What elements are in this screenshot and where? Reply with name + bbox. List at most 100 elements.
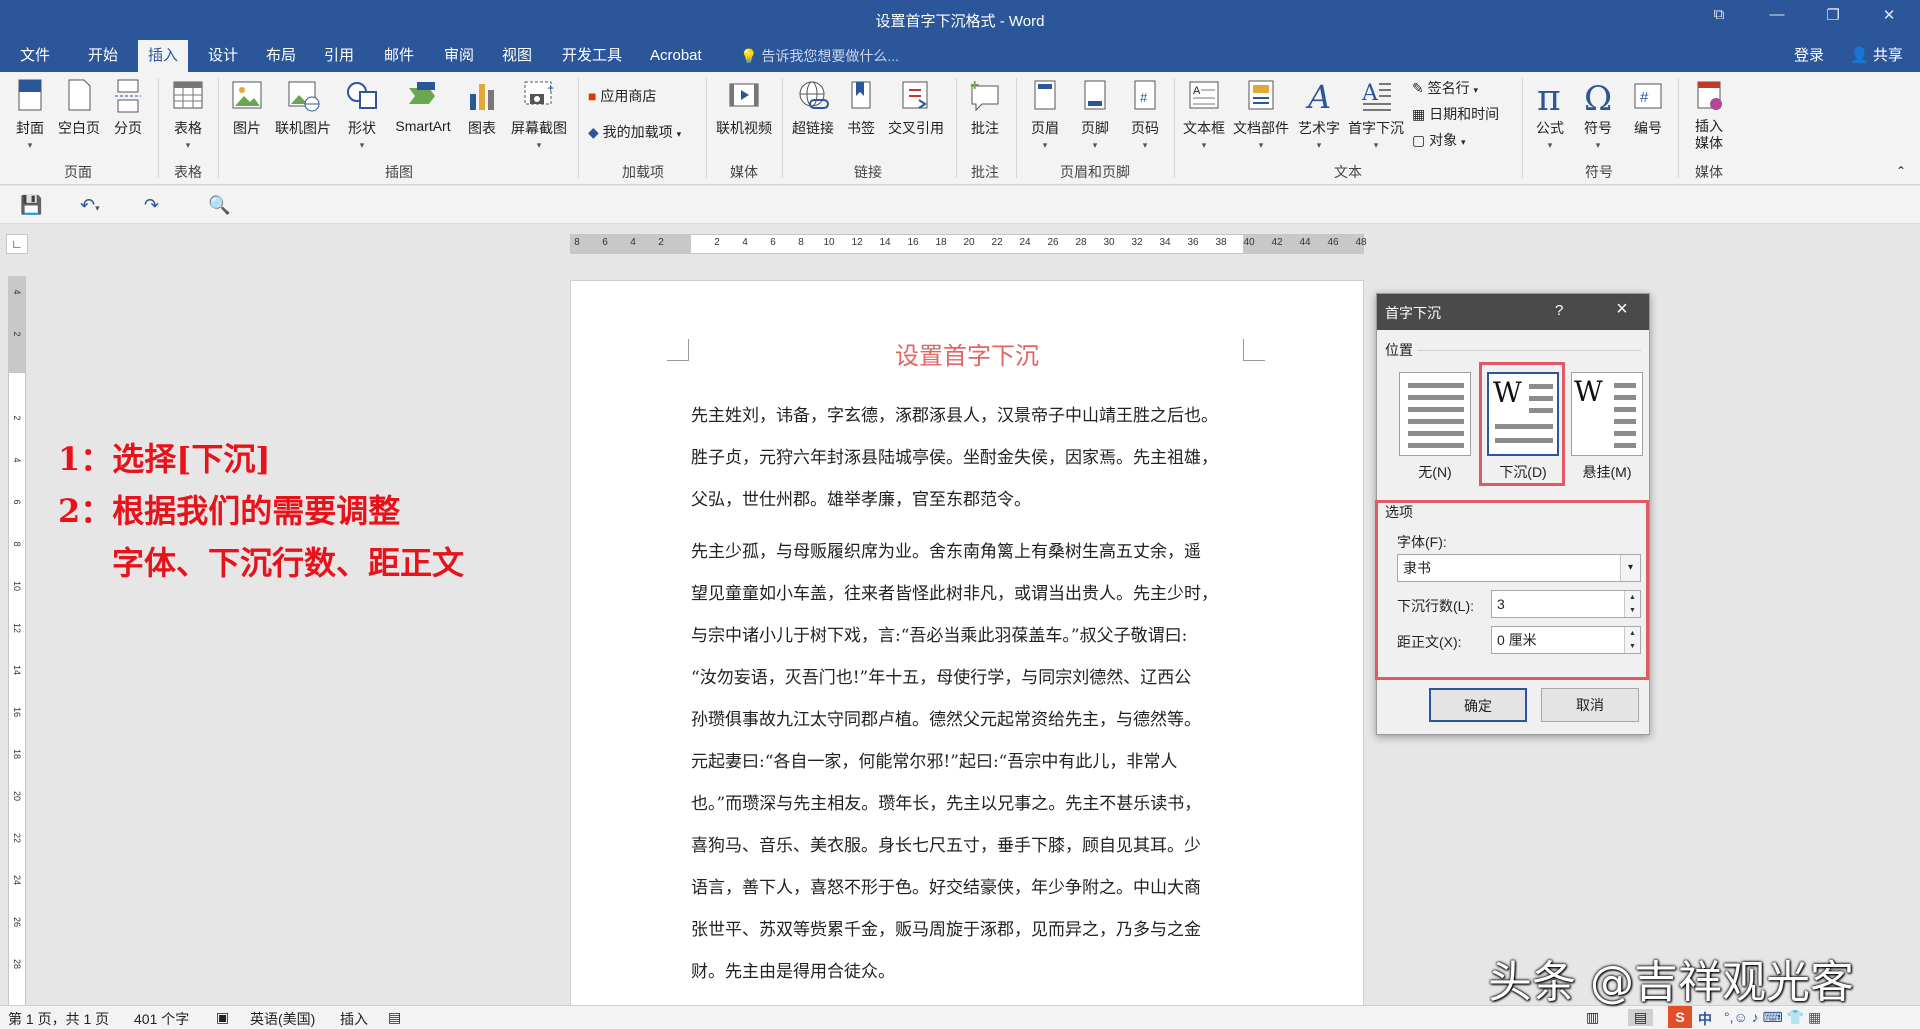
tab-design[interactable]: 设计 [198,40,248,72]
drop-lines-field[interactable]: 3 ▲ ▼ [1491,590,1641,618]
svg-text:A: A [1361,81,1379,106]
screenshot-button[interactable]: + 屏幕截图 ▾ [506,78,572,151]
shapes-button[interactable]: 形状 ▾ [340,78,384,151]
help-button[interactable]: ? [1555,302,1563,319]
page-count[interactable]: 第 1 页，共 1 页 [8,1009,109,1029]
group-label-header-footer: 页眉和页脚 [1060,164,1130,180]
equation-button[interactable]: π 公式 ▾ [1528,78,1572,151]
page-number-button[interactable]: # 页码 ▾ [1124,78,1166,151]
online-picture-button[interactable]: 联机图片 [272,78,334,138]
screenshot-icon: + [524,81,554,105]
macro-icon[interactable]: ▤ [388,1009,401,1026]
document-page[interactable]: 设置首字下沉 先主姓刘，讳备，字玄德，涿郡涿县人，汉景帝子中山靖王胜之后也。 胜… [570,280,1364,1020]
wordart-button[interactable]: A 艺术字 ▾ [1296,78,1342,151]
table-button[interactable]: 表格 ▾ [166,78,210,151]
position-margin-option[interactable]: W [1571,372,1643,456]
dialog-close-icon[interactable]: × [1607,298,1637,321]
ok-button[interactable]: 确定 [1429,688,1527,722]
highlight-dropped [1479,362,1565,486]
date-time-button[interactable]: ▦ 日期和时间 [1412,104,1499,124]
tab-acrobat[interactable]: Acrobat [640,40,712,72]
vertical-ruler[interactable]: 4 2 2 4 6 8 10 12 14 16 18 20 22 24 26 28 [8,276,26,1016]
proofing-icon[interactable]: ▣ [216,1009,229,1026]
distance-field[interactable]: 0 厘米 ▲ ▼ [1491,626,1641,654]
redo-icon[interactable]: ↷ [144,195,159,216]
title-bar: 设置首字下沉格式 - Word ⧉ — ❐ ✕ [0,0,1920,40]
number-button[interactable]: # 编号 [1626,78,1670,138]
page-break-button[interactable]: 分页 [108,78,148,138]
ime-mode[interactable]: 中 [1698,1009,1712,1029]
signature-icon: ✎ [1412,80,1424,96]
minimize-icon[interactable]: — [1754,6,1800,23]
ime-toolbar-icons[interactable]: °,☺ ♪ ⌨ 👕 ▦ [1724,1009,1821,1026]
store-label: 应用商店 [600,88,657,104]
collapse-ribbon-icon[interactable]: ⌃ [1896,164,1906,178]
tab-references[interactable]: 引用 [314,40,364,72]
tab-home[interactable]: 开始 [78,40,128,72]
tab-selector[interactable]: ∟ [6,234,28,254]
ruler-tick: 4 [12,457,22,463]
close-icon[interactable]: ✕ [1866,6,1912,24]
horizontal-ruler[interactable]: 8 6 4 2 2 4 6 8 10 12 14 16 18 20 22 24 26 28 30 32 34 36 38 40… [570,234,1367,254]
textbox-button[interactable]: A 文本框 ▾ [1180,78,1228,151]
quick-parts-button[interactable]: 文档部件 ▾ [1230,78,1292,151]
tab-review[interactable]: 审阅 [434,40,484,72]
pi-icon: π [1537,78,1561,114]
tab-insert[interactable]: 插入 [138,40,189,72]
cross-reference-button[interactable]: 交叉引用 [884,78,948,138]
share-button[interactable]: 👤 共享 [1838,42,1920,70]
spin-up-icon[interactable]: ▲ [1624,591,1640,604]
tab-file[interactable]: 文件 [10,40,60,72]
save-icon[interactable]: 💾 [20,195,42,216]
wordart-label: 艺术字 [1298,120,1340,136]
language-indicator[interactable]: 英语(美国) [250,1009,315,1029]
tab-developer[interactable]: 开发工具 [552,40,632,72]
blank-page-button[interactable]: 空白页 [56,78,102,138]
my-addins-button[interactable]: ◆ 我的加载项 ▾ [588,122,681,142]
spin-down-icon[interactable]: ▼ [1624,604,1640,617]
tab-view[interactable]: 视图 [492,40,542,72]
chevron-down-icon[interactable]: ▾ [1620,555,1640,581]
table-icon [173,81,203,109]
font-select[interactable]: 隶书 ▾ [1397,554,1641,582]
footer-button[interactable]: 页脚 ▾ [1074,78,1116,151]
tab-mailings[interactable]: 邮件 [374,40,424,72]
store-button[interactable]: ■ 应用商店 [588,86,656,106]
read-mode-icon[interactable]: ▥ [1586,1009,1599,1026]
hyperlink-button[interactable]: 超链接 [788,78,838,138]
word-count[interactable]: 401 个字 [134,1009,189,1029]
new-comment-button[interactable]: + 批注 [962,78,1008,138]
header-button[interactable]: 页眉 ▾ [1024,78,1066,151]
print-layout-icon[interactable]: ▤ [1628,1009,1654,1026]
spin-down-icon[interactable]: ▼ [1624,640,1640,653]
position-none-option[interactable] [1399,372,1471,456]
login-link[interactable]: 登录 [1794,40,1824,72]
chart-button[interactable]: 图表 [462,78,502,138]
drop-cap-button[interactable]: A 首字下沉 ▾ [1344,78,1408,151]
picture-button[interactable]: 图片 [226,78,268,138]
online-video-button[interactable]: 联机视频 [712,78,776,138]
tab-layout[interactable]: 布局 [256,40,306,72]
group-divider [1522,78,1523,178]
ruler-tick: 20 [963,237,975,248]
svg-text:π: π [1537,78,1561,114]
bookmark-button[interactable]: 书签 [842,78,880,138]
ribbon-display-icon[interactable]: ⧉ [1696,6,1742,23]
smartart-button[interactable]: SmartArt [388,78,458,134]
insert-mode[interactable]: 插入 [340,1009,368,1029]
ruler-tick: 34 [1159,237,1171,248]
cancel-button[interactable]: 取消 [1541,688,1639,722]
position-margin-label: 悬挂(M) [1582,464,1632,480]
tell-me-search[interactable]: 💡 告诉我您想要做什么... [740,40,899,72]
insert-media-button[interactable]: 插入 媒体 [1684,78,1734,152]
object-button[interactable]: ▢ 对象 ▾ [1412,130,1466,150]
ruler-tick: 16 [12,706,22,717]
cover-page-button[interactable]: 封面 ▾ [10,78,50,151]
undo-icon[interactable]: ↶▾ [80,195,100,216]
restore-icon[interactable]: ❐ [1810,6,1856,24]
signature-line-button[interactable]: ✎ 签名行 ▾ [1412,78,1478,98]
spin-up-icon[interactable]: ▲ [1624,627,1640,640]
print-preview-icon[interactable]: 🔍 [208,195,230,216]
symbol-button[interactable]: Ω 符号 ▾ [1576,78,1620,151]
header-label: 页眉 [1031,120,1059,136]
